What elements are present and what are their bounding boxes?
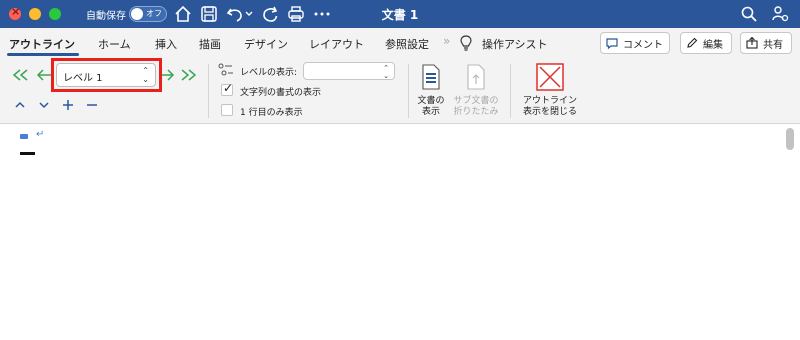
zoom-window-button[interactable] xyxy=(49,8,61,20)
tab-draw[interactable]: 描画 xyxy=(199,36,221,52)
tab-home[interactable]: ホーム xyxy=(98,36,131,52)
ribbon-separator xyxy=(408,64,409,118)
minimize-window-button[interactable] xyxy=(29,8,41,20)
tab-design[interactable]: デザイン xyxy=(244,36,288,52)
text-cursor xyxy=(20,152,35,155)
tab-insert[interactable]: 挿入 xyxy=(155,36,177,52)
show-formatting-checkbox[interactable]: ✓ xyxy=(221,81,234,96)
home-icon[interactable] xyxy=(173,4,193,24)
close-outline-label-line2: 表示を閉じる xyxy=(522,107,577,117)
save-icon[interactable] xyxy=(199,4,219,24)
edit-button[interactable]: 編集 xyxy=(680,32,732,54)
ribbon-separator xyxy=(208,64,209,118)
show-level-label: レベルの表示: xyxy=(240,68,298,78)
document-title: 文書 1 xyxy=(381,8,419,22)
share-button[interactable]: 共有 xyxy=(740,32,792,54)
autosave-toggle[interactable]: オフ xyxy=(129,6,167,22)
tab-tell-me[interactable]: 操作アシスト xyxy=(482,36,548,52)
vertical-scrollbar[interactable] xyxy=(786,128,794,150)
more-tabs-chevron-icon[interactable]: » xyxy=(443,34,450,48)
redo-icon[interactable] xyxy=(260,4,280,24)
share-icon xyxy=(746,36,758,49)
collapse-subdocuments-label-line2: 折りたたみ xyxy=(453,107,499,117)
highlight-box xyxy=(51,58,162,92)
collapse-subdocuments-icon xyxy=(465,63,487,91)
tab-layout[interactable]: レイアウト xyxy=(309,36,364,52)
share-people-icon[interactable] xyxy=(770,4,790,24)
lightbulb-icon xyxy=(458,34,474,52)
collapse-subdocuments-label-line1: サブ文書の xyxy=(453,96,499,106)
show-document-label-line2: 表示 xyxy=(421,107,440,117)
show-level-select[interactable]: ⌃ ⌄ xyxy=(303,62,395,80)
expand-plus-icon[interactable] xyxy=(61,98,75,112)
edit-button-label: 編集 xyxy=(703,39,723,51)
show-document-label-line1: 文書の xyxy=(417,96,445,106)
pencil-icon xyxy=(687,37,698,48)
print-icon[interactable] xyxy=(286,4,306,24)
ribbon-tab-row: アウトライン ホーム 挿入 描画 デザイン レイアウト 参照設定 » 操作アシス… xyxy=(0,28,800,58)
title-bar: 自動保存 オフ 文書 1 xyxy=(0,0,800,28)
paragraph-mark-icon: ↵ xyxy=(36,129,45,140)
autosave-toggle-state: オフ xyxy=(146,9,162,18)
show-level-icon xyxy=(218,62,234,78)
first-line-only-label: 1 行目のみ表示 xyxy=(240,108,303,118)
updown-chevron-icon: ⌃ ⌄ xyxy=(383,64,389,80)
close-outline-button[interactable]: アウトライン 表示を閉じる xyxy=(518,96,582,118)
comment-icon xyxy=(606,38,618,50)
outline-bullet-icon[interactable] xyxy=(20,134,28,139)
collapse-subdocuments-button: サブ文書の 折りたたみ xyxy=(450,96,502,118)
close-outline-label-line1: アウトライン xyxy=(522,96,577,106)
close-window-button[interactable] xyxy=(9,5,21,20)
promote-to-heading1-icon[interactable] xyxy=(11,68,29,82)
first-line-only-checkbox[interactable] xyxy=(221,104,233,116)
tab-references[interactable]: 参照設定 xyxy=(385,36,429,52)
ribbon-separator xyxy=(510,64,511,118)
active-tab-indicator xyxy=(7,53,79,56)
collapse-minus-icon[interactable] xyxy=(85,98,99,112)
show-formatting-label: 文字列の書式の表示 xyxy=(240,88,322,98)
show-document-icon[interactable] xyxy=(420,63,442,91)
comment-button-label: コメント xyxy=(623,39,663,51)
demote-to-body-text-icon[interactable] xyxy=(180,68,198,82)
move-up-icon[interactable] xyxy=(13,98,27,112)
share-button-label: 共有 xyxy=(763,39,783,51)
document-canvas[interactable]: ↵ xyxy=(0,125,800,340)
show-document-button[interactable]: 文書の 表示 xyxy=(414,96,448,118)
autosave-label: 自動保存 xyxy=(86,11,126,22)
undo-icon[interactable] xyxy=(225,4,245,24)
chevron-down-icon[interactable] xyxy=(243,4,255,24)
comment-button[interactable]: コメント xyxy=(600,32,670,54)
tab-outline[interactable]: アウトライン xyxy=(9,36,75,52)
toggle-knob xyxy=(131,8,143,20)
search-icon[interactable] xyxy=(739,4,759,24)
checkmark-icon: ✓ xyxy=(223,81,234,95)
more-icon[interactable] xyxy=(312,4,332,24)
move-down-icon[interactable] xyxy=(37,98,51,112)
close-outline-icon[interactable] xyxy=(536,63,564,91)
